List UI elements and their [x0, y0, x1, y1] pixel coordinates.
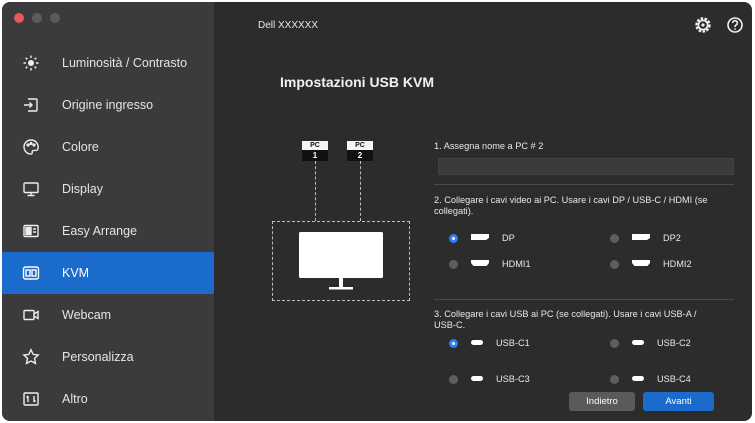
sidebar-item-label: Display	[62, 182, 103, 196]
main-panel: Dell XXXXXX Impostazioni USB KVM PC 1 PC…	[214, 2, 752, 421]
webcam-icon	[22, 306, 40, 324]
connector-line	[315, 161, 316, 221]
radio-button[interactable]	[449, 233, 458, 243]
sidebar-item-webcam[interactable]: Webcam	[2, 294, 214, 336]
sidebar-item-brightness[interactable]: Luminosità / Contrasto	[2, 42, 214, 84]
step2-label: 2. Collegare i cavi video ai PC. Usare i…	[434, 195, 708, 216]
sidebar-item-label: Origine ingresso	[62, 98, 154, 112]
sidebar-item-label: Easy Arrange	[62, 224, 138, 238]
dp-port-icon	[631, 233, 651, 243]
sidebar-item-label: Personalizza	[62, 350, 134, 364]
sidebar: Luminosità / Contrasto Origine ingresso …	[2, 2, 214, 421]
sidebar-item-color[interactable]: Colore	[2, 126, 214, 168]
step1-label: 1. Assegna nome a PC # 2	[434, 141, 544, 151]
usb-option-c4[interactable]: USB-C4	[610, 374, 691, 384]
sidebar-nav: Luminosità / Contrasto Origine ingresso …	[2, 42, 214, 420]
sidebar-item-kvm[interactable]: KVM	[2, 252, 214, 294]
sidebar-item-input-source[interactable]: Origine ingresso	[2, 84, 214, 126]
connector-line	[360, 161, 361, 221]
kvm-icon	[22, 264, 40, 282]
minimize-window-button[interactable]	[32, 13, 42, 23]
maximize-window-button[interactable]	[50, 13, 60, 23]
radio-button[interactable]	[610, 233, 619, 243]
brightness-icon	[22, 54, 40, 72]
usb-option-c2[interactable]: USB-C2	[610, 338, 691, 348]
divider	[434, 299, 734, 300]
pc1-badge: PC 1	[302, 141, 328, 161]
sidebar-item-display[interactable]: Display	[2, 168, 214, 210]
close-window-button[interactable]	[14, 13, 24, 23]
pc2-badge: PC 2	[347, 141, 373, 161]
usb-c-port-icon	[470, 338, 484, 348]
input-source-icon	[22, 96, 40, 114]
radio-button[interactable]	[610, 338, 619, 348]
radio-button[interactable]	[610, 259, 619, 269]
back-button[interactable]: Indietro	[569, 392, 635, 411]
video-option-hdmi2[interactable]: HDMI2	[610, 259, 692, 269]
usb-option-c3[interactable]: USB-C3	[449, 374, 530, 384]
radio-button[interactable]	[449, 374, 458, 384]
sidebar-item-personalize[interactable]: Personalizza	[2, 336, 214, 378]
app-title: Dell XXXXXX	[258, 20, 319, 31]
usb-c-port-icon	[470, 374, 484, 384]
settings-gear-icon[interactable]	[694, 16, 712, 34]
color-palette-icon	[22, 138, 40, 156]
sidebar-item-label: Webcam	[62, 308, 112, 322]
radio-button[interactable]	[449, 338, 458, 348]
page-title: Impostazioni USB KVM	[280, 74, 435, 90]
hdmi-port-icon	[631, 259, 651, 269]
help-icon[interactable]	[726, 16, 744, 34]
layout-icon	[22, 222, 40, 240]
sidebar-item-label: Luminosità / Contrasto	[62, 56, 188, 70]
next-button[interactable]: Avanti	[643, 392, 714, 411]
pc-name-input[interactable]	[438, 158, 734, 175]
window-controls	[14, 13, 60, 23]
star-icon	[22, 348, 40, 366]
sidebar-item-other[interactable]: Altro	[2, 378, 214, 420]
other-icon	[22, 390, 40, 408]
monitor-illustration	[299, 232, 383, 290]
sidebar-item-label: Colore	[62, 140, 99, 154]
app-window: Luminosità / Contrasto Origine ingresso …	[2, 2, 752, 421]
sidebar-item-label: Altro	[62, 392, 88, 406]
sidebar-item-easy-arrange[interactable]: Easy Arrange	[2, 210, 214, 252]
radio-button[interactable]	[449, 259, 458, 269]
hdmi-port-icon	[470, 259, 490, 269]
dp-port-icon	[470, 233, 490, 243]
divider	[434, 184, 734, 185]
video-option-hdmi1[interactable]: HDMI1	[449, 259, 531, 269]
usb-c-port-icon	[631, 338, 645, 348]
usb-option-c1[interactable]: USB-C1	[449, 338, 530, 348]
usb-c-port-icon	[631, 374, 645, 384]
video-option-dp[interactable]: DP	[449, 233, 515, 243]
sidebar-item-label: KVM	[62, 266, 90, 280]
kvm-diagram: PC 1 PC 2	[272, 141, 412, 301]
video-option-dp2[interactable]: DP2	[610, 233, 681, 243]
radio-button[interactable]	[610, 374, 619, 384]
monitor-frame	[272, 221, 410, 301]
monitor-icon	[22, 180, 40, 198]
step3-label: 3. Collegare i cavi USB ai PC (se colleg…	[434, 309, 697, 330]
